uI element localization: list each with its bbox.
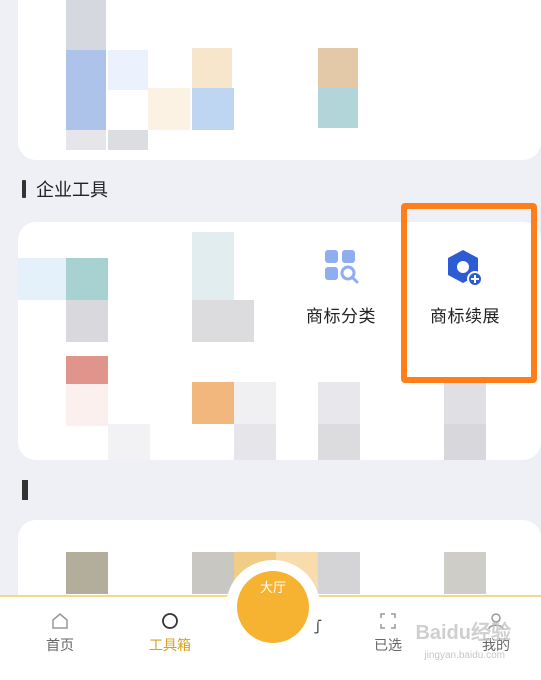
watermark: Baidu经验 (415, 622, 511, 644)
tab-toolbox[interactable]: 工具箱 (130, 611, 210, 655)
home-icon (20, 611, 100, 631)
grid-search-icon (323, 248, 359, 284)
tool-trademark-classification[interactable]: 商标分类 (296, 248, 386, 327)
center-hall-button[interactable]: 大厅 (226, 560, 320, 654)
tab-label: 工具箱 (149, 637, 191, 653)
tab-home[interactable]: 首页 (20, 611, 100, 655)
section-marker (22, 480, 28, 500)
tool-label: 商标分类 (306, 307, 376, 326)
section-title: 企业工具 (36, 180, 108, 200)
center-hall-inner: 大厅 (237, 571, 309, 643)
tab-label: 首页 (46, 637, 74, 653)
section-header: 企业工具 (22, 178, 108, 200)
mosaic-area (18, 0, 541, 160)
top-card (18, 0, 541, 160)
section-marker (22, 180, 26, 198)
toolbox-icon (130, 611, 210, 631)
highlight-box (401, 203, 537, 383)
watermark-sub: jingyan.baidu.com (424, 650, 505, 661)
